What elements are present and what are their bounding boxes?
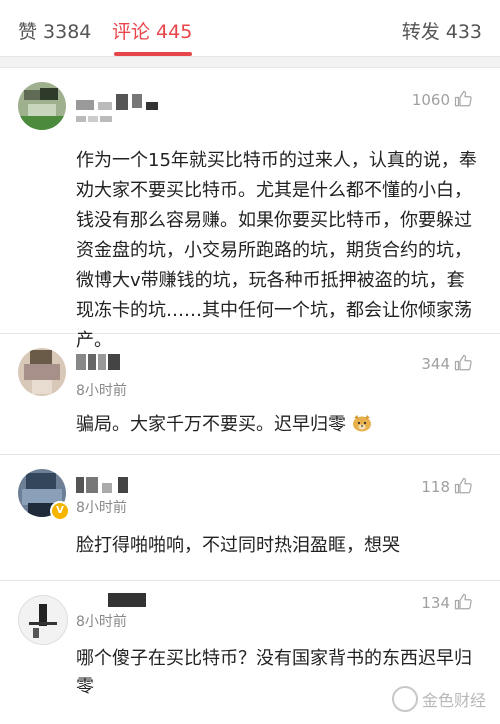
- thumbs-up-icon: [454, 593, 472, 610]
- comment-timestamp: 8小时前: [76, 614, 127, 630]
- verified-v-badge-icon: V: [50, 501, 70, 521]
- comment-tabs-bar: 赞 3384 评论 445 转发 433: [0, 0, 500, 57]
- active-tab-indicator: [114, 52, 192, 56]
- doge-emoji-icon: [352, 415, 371, 432]
- comment-item: 1060 作为一个15年就买比特币的过来人，认真的说，奉劝大家不要买比特币。尤其…: [0, 68, 500, 351]
- watermark-icon: [391, 686, 418, 712]
- like-count: 344: [421, 355, 450, 373]
- like-button[interactable]: 344: [421, 354, 472, 373]
- section-divider: [0, 57, 500, 68]
- watermark-logo: 金色财经: [391, 686, 486, 712]
- comment-text: 脸打得啪啪响，不过同时热泪盈眶，想哭: [76, 535, 400, 556]
- like-count: 1060: [411, 91, 450, 109]
- thumbs-up-icon: [454, 90, 472, 107]
- like-count: 134: [421, 594, 450, 612]
- comment-text: 作为一个15年就买比特币的过来人，认真的说，奉劝大家不要买比特币。尤其是什么都不…: [76, 150, 477, 351]
- tab-likes[interactable]: 赞 3384: [18, 17, 91, 44]
- comment-timestamp: 8小时前: [76, 500, 127, 516]
- like-button[interactable]: 118: [421, 477, 472, 496]
- like-button[interactable]: 134: [421, 593, 472, 612]
- avatar[interactable]: [18, 348, 66, 396]
- thumbs-up-icon: [454, 477, 472, 494]
- like-count: 118: [421, 478, 450, 496]
- watermark-text: 金色财经: [421, 691, 486, 710]
- avatar[interactable]: [18, 82, 66, 130]
- comment-item: 8小时前 344 骗局。大家千万不要买。迟早归零: [0, 334, 500, 455]
- comment-timestamp: 8小时前: [76, 383, 127, 399]
- tab-comments[interactable]: 评论 445: [112, 17, 192, 44]
- thumbs-up-icon: [454, 354, 472, 371]
- tab-reposts[interactable]: 转发 433: [402, 17, 482, 44]
- comment-item: V 8小时前 118 脸打得啪啪响，不过同时热泪盈眶，想哭: [0, 455, 500, 581]
- like-button[interactable]: 1060: [412, 90, 472, 109]
- comment-text: 骗局。大家千万不要买。迟早归零: [76, 414, 346, 435]
- comment-text-row: 骗局。大家千万不要买。迟早归零: [76, 412, 482, 438]
- avatar[interactable]: [18, 595, 68, 645]
